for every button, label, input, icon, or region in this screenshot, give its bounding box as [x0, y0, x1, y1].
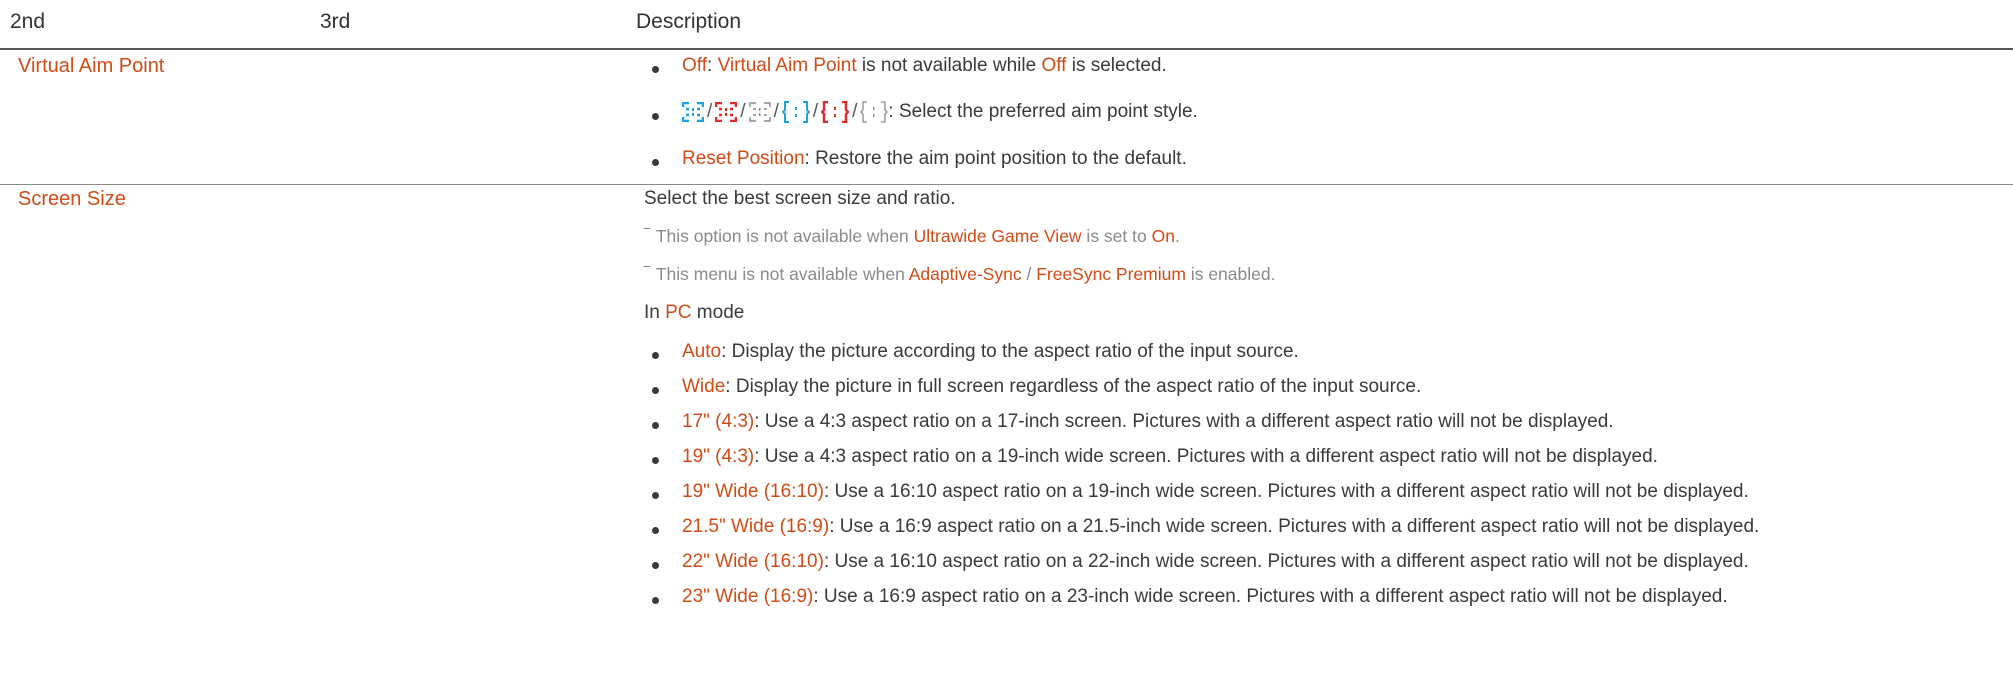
option-description: : Use a 16:9 aspect ratio on a 21.5-inch… [829, 516, 1760, 537]
table-row-virtual-aim-point: Virtual Aim Point Off: Virtual Aim Point… [0, 49, 2013, 185]
list-item: 17" (4:3): Use a 4:3 aspect ratio on a 1… [682, 411, 1614, 433]
bullet-icon [652, 527, 659, 534]
aim-style-2-blue-icon [781, 101, 810, 123]
note-ultrawide: ‾ This option is not available when Ultra… [644, 226, 1180, 246]
screen-size-intro: Select the best screen size and ratio. [644, 188, 956, 209]
option-description: : Use a 4:3 aspect ratio on a 19-inch wi… [754, 446, 1658, 467]
aim-style-1-gray-icon [748, 102, 771, 122]
column-header-description: Description [636, 10, 742, 33]
bullet-icon [652, 597, 659, 604]
option-label: 21.5" Wide (16:9) [682, 516, 830, 537]
option-label: 23" Wide (16:9) [682, 586, 814, 607]
table-row-screen-size: Screen Size Select the best screen size … [0, 185, 2013, 688]
option-aim-styles: / / / / / : Select the preferred aim poi… [682, 101, 1198, 123]
option-reset-position: Reset Position: Restore the aim point po… [682, 148, 1187, 169]
mode-label: In PC mode [644, 302, 745, 323]
note-adaptive-sync: ‾ This menu is not available when Adaptiv… [644, 264, 1276, 284]
option-label: 19" (4:3) [682, 446, 755, 467]
option-description: : Display the picture according to the a… [721, 341, 1299, 362]
bullet-icon [652, 159, 659, 166]
option-label: 19" Wide (16:10) [682, 481, 824, 502]
list-item: Wide: Display the picture in full screen… [682, 376, 1421, 398]
list-item: Auto: Display the picture according to t… [682, 341, 1299, 363]
row-title-screen-size: Screen Size [18, 188, 126, 210]
option-off: Off: Virtual Aim Point is not available … [682, 55, 1167, 76]
bullet-icon [652, 352, 659, 359]
aim-style-1-red-icon [715, 102, 738, 122]
list-item: 23" Wide (16:9): Use a 16:9 aspect ratio… [682, 586, 1728, 608]
bullet-icon [652, 422, 659, 429]
column-header-2nd: 2nd [10, 10, 46, 33]
option-description: : Use a 16:10 aspect ratio on a 19-inch … [823, 481, 1749, 502]
option-label: 22" Wide (16:10) [682, 551, 824, 572]
row-title-virtual-aim-point: Virtual Aim Point [18, 55, 165, 77]
bullet-icon [652, 387, 659, 394]
bullet-icon [652, 457, 659, 464]
list-item: 19" (4:3): Use a 4:3 aspect ratio on a 1… [682, 446, 1658, 468]
option-description: : Use a 16:9 aspect ratio on a 23-inch w… [813, 586, 1728, 607]
option-label: 17" (4:3) [682, 411, 755, 432]
aim-style-1-blue-icon [682, 102, 704, 122]
option-label: Wide [682, 376, 726, 397]
option-label: Auto [682, 341, 722, 362]
list-item: 21.5" Wide (16:9): Use a 16:9 aspect rat… [682, 516, 1759, 538]
list-item: 22" Wide (16:10): Use a 16:10 aspect rat… [682, 551, 1749, 573]
bullet-icon [652, 66, 659, 73]
option-description: : Use a 16:10 aspect ratio on a 22-inch … [823, 551, 1749, 572]
bullet-icon [652, 492, 659, 499]
column-header-3rd: 3rd [320, 10, 351, 33]
table-header: 2nd 3rd Description [0, 0, 2013, 50]
bullet-icon [652, 562, 659, 569]
bullet-icon [652, 113, 659, 120]
aim-style-2-red-icon [821, 101, 850, 123]
option-description: : Use a 4:3 aspect ratio on a 17-inch sc… [754, 411, 1614, 432]
aim-style-2-gray-icon [860, 101, 889, 123]
list-item: 19" Wide (16:10): Use a 16:10 aspect rat… [682, 481, 1749, 503]
option-description: : Display the picture in full screen reg… [725, 376, 1422, 397]
